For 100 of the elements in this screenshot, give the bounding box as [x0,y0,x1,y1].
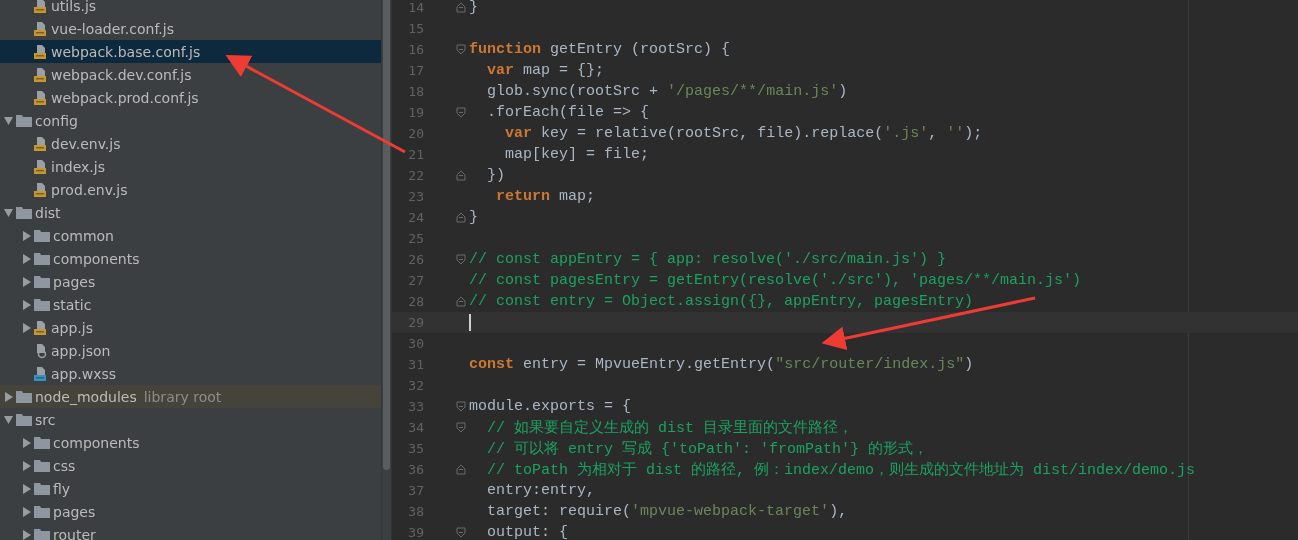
code-line: return map; [495,188,596,205]
line-number: 20 [407,126,424,141]
collapsed-arrow-icon[interactable] [21,253,31,264]
fold-marker-icon[interactable] [456,254,466,265]
collapsed-arrow-icon[interactable] [21,437,31,448]
folder-name[interactable]: dist [35,204,61,221]
line-number: 14 [407,0,424,15]
folder-name[interactable]: router [53,526,96,540]
expanded-arrow-icon[interactable] [3,414,13,425]
file-name[interactable]: webpack.prod.conf.js [51,89,199,106]
file-name[interactable]: dev.env.js [51,135,121,152]
line-number: 34 [407,420,424,435]
folder-name[interactable]: pages [53,503,96,520]
code-line: }) [486,167,505,184]
code-line: var map = {}; [486,62,605,79]
code-line: // 如果要自定义生成的 dist 目录里面的文件路径， [486,418,854,437]
file-name[interactable]: app.js [51,319,93,336]
file-name[interactable]: webpack.dev.conf.js [51,66,192,83]
folder-name[interactable]: config [35,112,78,129]
folder-name[interactable]: css [53,457,76,474]
js-file-icon [34,89,48,106]
fold-marker-icon[interactable] [456,107,466,118]
json-file-icon [34,342,48,359]
line-number: 32 [407,378,424,393]
folder-name[interactable]: static [53,296,92,313]
fold-marker-icon[interactable] [456,44,466,55]
js-file-icon [34,66,48,83]
code-line: // const entry = Object.assign({}, appEntry, pagesEntry) [469,293,974,310]
collapsed-arrow-icon[interactable] [21,483,31,494]
folder-icon [34,298,50,311]
line-number: 25 [407,231,424,246]
code-line: var key = relative(rootSrc, file).replace('.js', ''); [504,125,983,142]
collapsed-arrow-icon[interactable] [21,460,31,471]
folder-name[interactable]: common [53,227,114,244]
selected-row-highlight[interactable]: webpack.base.conf.js [0,40,381,63]
file-name[interactable]: app.json [51,342,111,359]
folder-icon [34,252,50,265]
fold-marker-icon[interactable] [456,296,466,307]
fold-marker-icon[interactable] [456,170,466,181]
code-line: function getEntry (rootSrc) { [469,41,731,58]
code-line: .forEach(file => { [486,104,650,121]
scrollbar-thumb[interactable] [383,0,390,470]
folder-name[interactable]: components [53,434,140,451]
code-line: entry:entry, [486,482,596,499]
js-file-icon [34,43,48,60]
fold-marker-icon[interactable] [456,2,466,13]
file-name[interactable]: app.wxss [51,365,117,382]
line-number: 19 [407,105,424,120]
fold-marker-icon[interactable] [456,212,466,223]
expanded-arrow-icon[interactable] [3,207,13,218]
folder-icon [16,390,32,403]
folder-name[interactable]: fly [53,480,71,497]
library-root-note: library root [143,388,222,405]
fold-marker-icon[interactable] [456,401,466,412]
fold-marker-icon[interactable] [456,422,466,433]
file-name[interactable]: utils.js [51,0,97,14]
line-number: 15 [407,21,424,36]
file-name[interactable]: index.js [51,158,105,175]
code-line: const entry = MpvueEntry.getEntry("src/router/index.js") [469,356,974,373]
folder-icon [34,459,50,472]
library-row-highlight[interactable]: node_modules library root [0,385,381,408]
folder-icon [16,413,32,426]
collapsed-arrow-icon[interactable] [3,391,13,402]
code-line: } [469,0,478,16]
line-number: 36 [407,462,424,477]
fold-marker-icon[interactable] [456,464,466,475]
line-number: 39 [407,525,424,540]
collapsed-arrow-icon[interactable] [21,230,31,241]
expanded-arrow-icon[interactable] [3,115,13,126]
collapsed-arrow-icon[interactable] [21,529,31,540]
fold-marker-icon[interactable] [456,527,466,538]
code-line: map[key] = file; [504,146,650,163]
code-line: // const appEntry = { app: resolve('./src/main.js') } [469,251,947,268]
folder-icon [34,275,50,288]
file-name[interactable]: vue-loader.conf.js [51,20,174,37]
line-number: 18 [407,84,424,99]
code-line: output: { [486,524,569,540]
folder-name[interactable]: components [53,250,140,267]
collapsed-arrow-icon[interactable] [21,276,31,287]
file-name[interactable]: webpack.base.conf.js [51,43,201,60]
code-line: // 可以将 entry 写成 {'toPath': 'fromPath'} 的形式， [486,439,929,458]
file-name[interactable]: prod.env.js [51,181,128,198]
code-line: // toPath 为相对于 dist 的路径, 例：index/demo，则生成的文件地址为 dist/index/demo.js [486,460,1196,479]
folder-icon [34,436,50,449]
collapsed-arrow-icon[interactable] [21,506,31,517]
js-file-icon [34,135,48,152]
line-number: 37 [407,483,424,498]
line-number: 22 [407,168,424,183]
text-caret [469,314,471,331]
folder-name[interactable]: pages [53,273,96,290]
folder-name[interactable]: src [35,411,56,428]
folder-icon [34,528,50,540]
code-line: target: require('mpvue-webpack-target'), [486,503,848,520]
folder-name[interactable]: node_modules [35,388,137,405]
folder-icon [16,206,32,219]
collapsed-arrow-icon[interactable] [21,322,31,333]
folder-icon [34,229,50,242]
collapsed-arrow-icon[interactable] [21,299,31,310]
folder-icon [34,505,50,518]
css-file-icon [34,365,48,382]
